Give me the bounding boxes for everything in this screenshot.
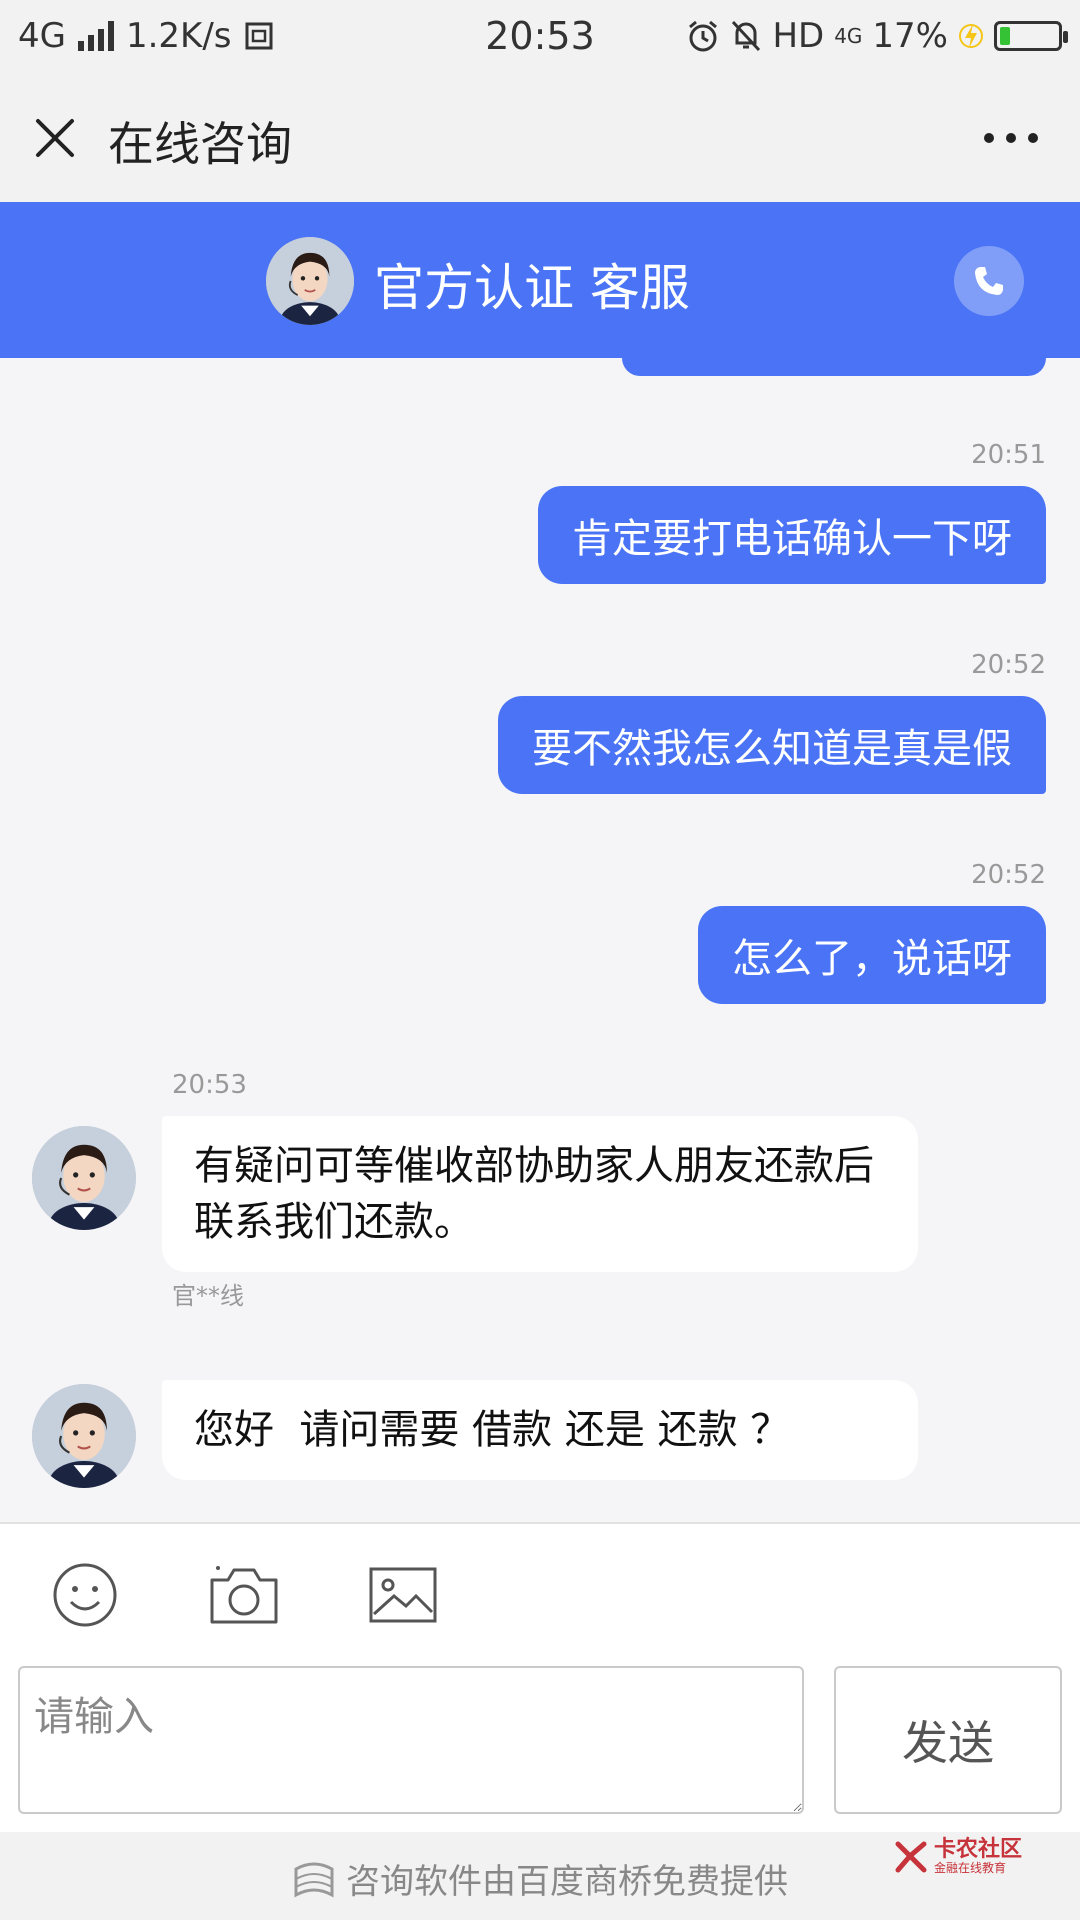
footer: 咨询软件由百度商桥免费提供 卡农社区 金融在线教育 (0, 1832, 1080, 1920)
footer-credit-text: 咨询软件由百度商桥免费提供 (346, 1862, 788, 1902)
hd-label: HD (772, 16, 825, 56)
close-icon[interactable] (30, 113, 80, 163)
send-button[interactable]: 发送 (834, 1666, 1062, 1814)
title-bar: 在线咨询 (0, 78, 1080, 202)
mute-icon (732, 20, 761, 52)
page-title: 在线咨询 (108, 117, 292, 171)
sender-name: 官**线 (172, 1282, 244, 1310)
phone-icon (975, 267, 1003, 295)
agent-avatar (32, 1384, 136, 1488)
agent-header: 官方认证 客服 (0, 202, 1080, 358)
agent-avatar (32, 1126, 136, 1230)
more-icon[interactable] (984, 133, 1038, 143)
message-timestamp: 20:51 (971, 440, 1046, 470)
watermark: 卡农社区 金融在线教育 (894, 1837, 1022, 1876)
phone-button[interactable] (954, 246, 1024, 316)
message-input[interactable] (18, 1666, 804, 1814)
outgoing-message[interactable]: 要不然我怎么知道是真是假 (498, 696, 1046, 794)
image-icon[interactable] (368, 1566, 438, 1624)
charging-icon (959, 24, 983, 48)
outgoing-message[interactable]: 肯定要打电话确认一下呀 (538, 486, 1046, 584)
status-bar: 4G 1.2K/s 20:53 HD 4G 17% (0, 0, 1080, 78)
alarm-icon (689, 20, 718, 52)
message-timestamp: 20:52 (971, 650, 1046, 680)
incoming-message[interactable]: 您好 请问需要 借款 还是 还款 ？ (162, 1380, 918, 1480)
message-timestamp: 20:53 (172, 1070, 247, 1100)
battery-percent: 17% (872, 16, 948, 56)
network-type-2: 4G (834, 24, 863, 48)
chat-area: 20:51 肯定要打电话确认一下呀 20:52 要不然我怎么知道是真是假 20:… (0, 348, 1080, 1522)
agent-name: 官方认证 客服 (374, 259, 690, 317)
bridge-icon (294, 1862, 334, 1898)
battery-icon (994, 21, 1068, 51)
status-right: HD 4G 17% (686, 16, 1068, 56)
agent-avatar (266, 237, 354, 325)
emoji-icon[interactable] (52, 1562, 118, 1628)
camera-icon[interactable] (208, 1564, 280, 1626)
input-area: 发送 (0, 1522, 1080, 1832)
incoming-message[interactable]: 有疑问可等催收部协助家人朋友还款后联系我们还款。 (162, 1116, 918, 1272)
watermark-text: 卡农社区 (933, 1837, 1022, 1862)
message-timestamp: 20:52 (971, 860, 1046, 890)
watermark-subtext: 金融在线教育 (933, 1861, 1006, 1876)
watermark-logo-icon (895, 1841, 927, 1873)
outgoing-message[interactable]: 怎么了，说话呀 (698, 906, 1046, 1004)
